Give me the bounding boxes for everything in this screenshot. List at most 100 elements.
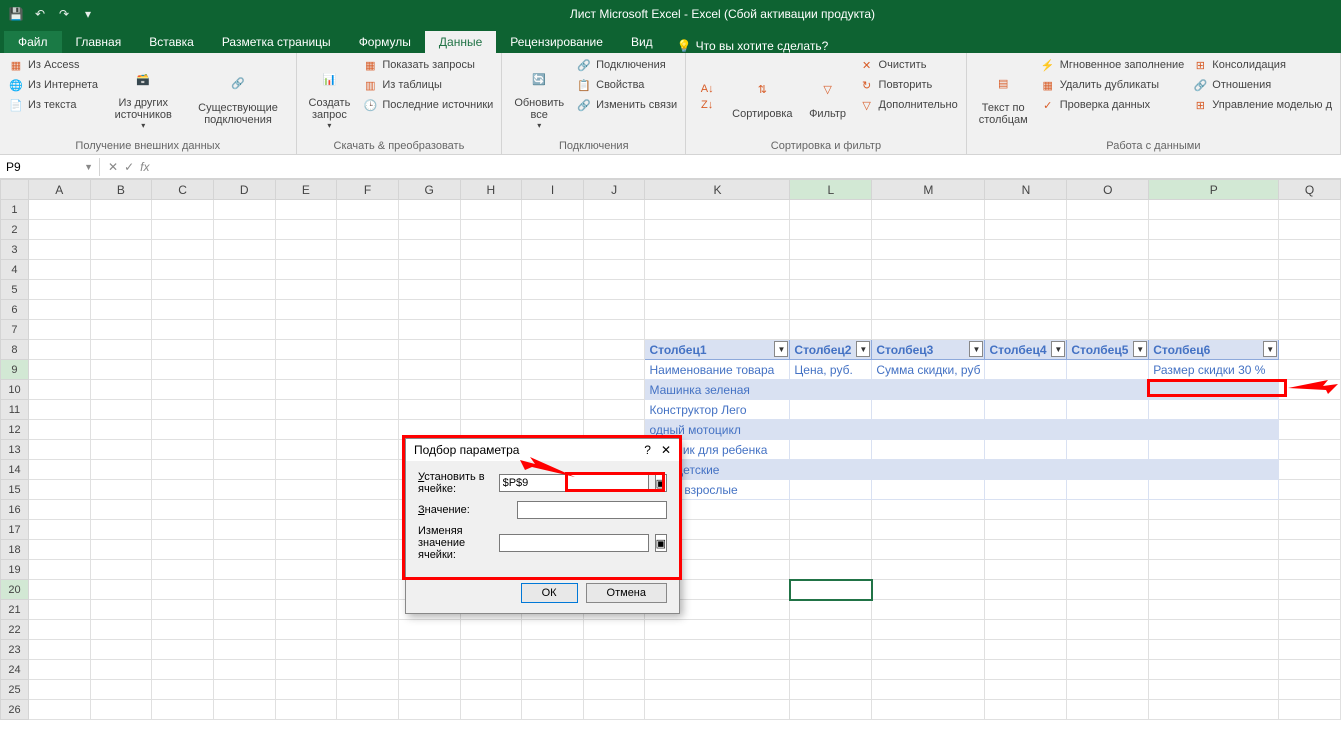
cell-O17[interactable] <box>1067 520 1149 540</box>
row-header-17[interactable]: 17 <box>1 520 29 540</box>
cell-O19[interactable] <box>1067 560 1149 580</box>
cell-Q18[interactable] <box>1279 540 1341 560</box>
col-header-B[interactable]: B <box>90 180 152 200</box>
cell-H22[interactable] <box>460 620 522 640</box>
cell-D4[interactable] <box>213 260 275 280</box>
col-header-H[interactable]: H <box>460 180 522 200</box>
cell-B20[interactable] <box>90 580 152 600</box>
cell-P9[interactable]: Размер скидки 30 % <box>1149 360 1279 380</box>
cell-G11[interactable] <box>398 400 460 420</box>
col-header-Q[interactable]: Q <box>1279 180 1341 200</box>
cell-M21[interactable] <box>872 600 985 620</box>
cell-Q26[interactable] <box>1279 700 1341 720</box>
cell-A9[interactable] <box>28 360 90 380</box>
cell-E7[interactable] <box>275 320 337 340</box>
fx-icon[interactable]: fx <box>140 160 149 174</box>
save-icon[interactable]: 💾 <box>8 6 24 22</box>
cell-M22[interactable] <box>872 620 985 640</box>
cell-O24[interactable] <box>1067 660 1149 680</box>
cell-B11[interactable] <box>90 400 152 420</box>
cell-K12[interactable]: одный мотоцикл <box>645 420 790 440</box>
cell-E4[interactable] <box>275 260 337 280</box>
cell-I26[interactable] <box>522 700 584 720</box>
cell-N9[interactable] <box>985 360 1067 380</box>
cell-N4[interactable] <box>985 260 1067 280</box>
cell-D16[interactable] <box>213 500 275 520</box>
cell-P19[interactable] <box>1149 560 1279 580</box>
cell-E11[interactable] <box>275 400 337 420</box>
cell-K1[interactable] <box>645 200 790 220</box>
cell-P16[interactable] <box>1149 500 1279 520</box>
cell-F24[interactable] <box>337 660 399 680</box>
cell-G1[interactable] <box>398 200 460 220</box>
cell-D9[interactable] <box>213 360 275 380</box>
cell-F19[interactable] <box>337 560 399 580</box>
cell-N5[interactable] <box>985 280 1067 300</box>
cell-J2[interactable] <box>583 220 645 240</box>
cell-P22[interactable] <box>1149 620 1279 640</box>
row-header-22[interactable]: 22 <box>1 620 29 640</box>
cell-M2[interactable] <box>872 220 985 240</box>
formula-input[interactable] <box>157 158 1341 176</box>
cell-M19[interactable] <box>872 560 985 580</box>
cell-P17[interactable] <box>1149 520 1279 540</box>
cell-B4[interactable] <box>90 260 152 280</box>
cell-I6[interactable] <box>522 300 584 320</box>
cell-C9[interactable] <box>152 360 214 380</box>
cell-G7[interactable] <box>398 320 460 340</box>
cell-O18[interactable] <box>1067 540 1149 560</box>
ok-button[interactable]: ОК <box>521 583 578 603</box>
cell-I25[interactable] <box>522 680 584 700</box>
cell-Q13[interactable] <box>1279 440 1341 460</box>
col-header-E[interactable]: E <box>275 180 337 200</box>
cell-L10[interactable] <box>790 380 872 400</box>
cell-F8[interactable] <box>337 340 399 360</box>
cell-L11[interactable] <box>790 400 872 420</box>
cell-D13[interactable] <box>213 440 275 460</box>
cell-L16[interactable] <box>790 500 872 520</box>
cell-P11[interactable] <box>1149 400 1279 420</box>
cell-I8[interactable] <box>522 340 584 360</box>
cell-O13[interactable] <box>1067 440 1149 460</box>
cell-O21[interactable] <box>1067 600 1149 620</box>
cell-B25[interactable] <box>90 680 152 700</box>
cell-P24[interactable] <box>1149 660 1279 680</box>
connections-button[interactable]: 🔗Подключения <box>574 55 679 75</box>
cell-L19[interactable] <box>790 560 872 580</box>
cell-L8[interactable]: Столбец2▼ <box>790 340 872 360</box>
cell-J1[interactable] <box>583 200 645 220</box>
cell-J23[interactable] <box>583 640 645 660</box>
tab-view[interactable]: Вид <box>617 31 667 53</box>
cell-P10[interactable] <box>1149 380 1279 400</box>
filter-dropdown-icon[interactable]: ▼ <box>774 341 788 357</box>
row-header-15[interactable]: 15 <box>1 480 29 500</box>
cell-J7[interactable] <box>583 320 645 340</box>
col-header-P[interactable]: P <box>1149 180 1279 200</box>
cell-A13[interactable] <box>28 440 90 460</box>
properties-button[interactable]: 📋Свойства <box>574 75 679 95</box>
cell-B21[interactable] <box>90 600 152 620</box>
cell-H3[interactable] <box>460 240 522 260</box>
row-header-6[interactable]: 6 <box>1 300 29 320</box>
cell-E26[interactable] <box>275 700 337 720</box>
cell-A1[interactable] <box>28 200 90 220</box>
row-header-7[interactable]: 7 <box>1 320 29 340</box>
cell-A15[interactable] <box>28 480 90 500</box>
cell-Q23[interactable] <box>1279 640 1341 660</box>
cell-B23[interactable] <box>90 640 152 660</box>
cell-A26[interactable] <box>28 700 90 720</box>
cell-I7[interactable] <box>522 320 584 340</box>
tab-data[interactable]: Данные <box>425 31 496 53</box>
cell-F15[interactable] <box>337 480 399 500</box>
cell-Q9[interactable] <box>1279 360 1341 380</box>
cell-F22[interactable] <box>337 620 399 640</box>
cell-F20[interactable] <box>337 580 399 600</box>
cell-G26[interactable] <box>398 700 460 720</box>
cell-C15[interactable] <box>152 480 214 500</box>
cell-E2[interactable] <box>275 220 337 240</box>
cell-K3[interactable] <box>645 240 790 260</box>
cell-O2[interactable] <box>1067 220 1149 240</box>
cell-K4[interactable] <box>645 260 790 280</box>
data-validation-button[interactable]: ✓Проверка данных <box>1038 95 1187 115</box>
sort-asc-button[interactable]: A↓Z↓ <box>692 55 722 138</box>
